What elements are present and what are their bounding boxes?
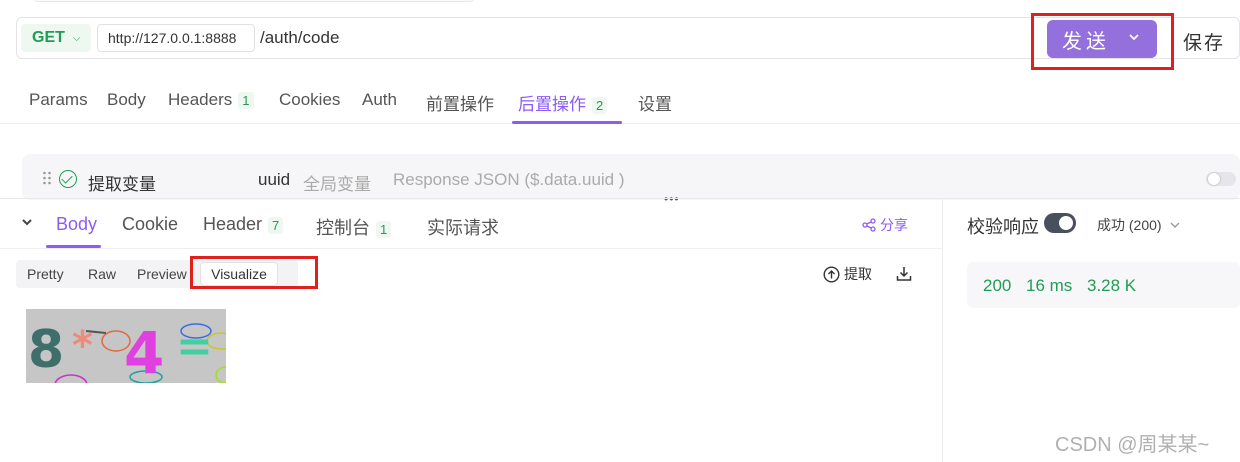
captcha-char: 4 [124, 319, 164, 383]
view-raw[interactable]: Raw [88, 266, 116, 282]
previous-tab-edge [34, 0, 474, 2]
captcha-char: * [72, 323, 93, 369]
variable-name: uuid [258, 170, 291, 189]
headers-count: 1 [238, 92, 254, 109]
response-time: 16 ms [1026, 276, 1073, 295]
tab-cookies[interactable]: Cookies [279, 90, 340, 110]
status-code: 200 [983, 276, 1012, 295]
extract-icon [823, 265, 840, 283]
share-icon [862, 218, 876, 232]
check-circle-icon [59, 170, 77, 188]
path-input[interactable]: /auth/code [260, 28, 339, 48]
drag-handle-icon[interactable] [42, 170, 52, 186]
share-button[interactable]: 分享 [862, 215, 908, 235]
header-count: 7 [268, 217, 284, 234]
tab-response-body[interactable]: Body [56, 214, 97, 235]
tab-settings[interactable]: 设置 [638, 90, 672, 115]
tab-response-header[interactable]: Header 7 [203, 214, 284, 235]
chevron-down-icon: ⌵ [72, 32, 81, 44]
method-label: GET [32, 29, 65, 46]
post-operation-count: 2 [592, 97, 608, 114]
post-operation-title: 提取变量 [88, 175, 156, 194]
chevron-down-icon [1170, 222, 1180, 228]
verify-response-label: 校验响应 [967, 217, 1039, 237]
watermark: CSDN @周某某~ [1055, 434, 1210, 456]
method-select[interactable]: GET ⌵ [21, 24, 91, 52]
variable-source: Response JSON ($.data.uuid ) [393, 170, 625, 189]
view-pretty[interactable]: Pretty [27, 266, 64, 282]
tab-actual-request[interactable]: 实际请求 [427, 214, 499, 240]
host-input[interactable]: http://127.0.0.1:8888 [97, 24, 255, 52]
post-operation-row [22, 154, 1240, 200]
save-button[interactable]: 保存 [1183, 28, 1225, 55]
tab-console[interactable]: 控制台 1 [316, 214, 392, 240]
tab-headers[interactable]: Headers 1 [168, 90, 254, 110]
highlight-box-send [1031, 13, 1174, 70]
variable-scope: 全局变量 [303, 175, 371, 194]
tab-body[interactable]: Body [107, 90, 146, 110]
tab-params[interactable]: Params [29, 90, 88, 110]
tab-pre-operation[interactable]: 前置操作 [426, 90, 494, 115]
status-select[interactable]: 成功 (200) [1097, 215, 1180, 235]
verify-response-toggle[interactable] [1044, 213, 1076, 233]
response-divider [0, 198, 1240, 199]
resize-handle[interactable]: ••• [664, 192, 680, 206]
download-icon[interactable] [895, 265, 913, 283]
response-size: 3.28 K [1087, 276, 1137, 295]
view-preview[interactable]: Preview [137, 266, 187, 282]
highlight-box-visualize [190, 256, 318, 289]
tab-response-cookie[interactable]: Cookie [122, 214, 178, 235]
extract-button[interactable]: 提取 [823, 264, 872, 284]
active-tab-indicator [512, 121, 622, 124]
captcha-image: 8 * 4 = [26, 309, 226, 383]
request-tabs: Params Body Headers 1 Cookies Auth 前置操作 后… [0, 74, 1240, 124]
console-count: 1 [376, 221, 392, 238]
captcha-char: = [176, 321, 213, 372]
response-tabs-border [0, 248, 942, 249]
panel-divider[interactable] [942, 198, 943, 462]
chevron-down-icon[interactable] [21, 216, 33, 228]
captcha-char: 8 [28, 320, 64, 380]
post-operation-toggle[interactable] [1206, 172, 1236, 186]
active-tab-indicator [46, 245, 101, 248]
tab-auth[interactable]: Auth [362, 90, 397, 110]
tab-post-operation[interactable]: 后置操作 2 [518, 90, 608, 115]
